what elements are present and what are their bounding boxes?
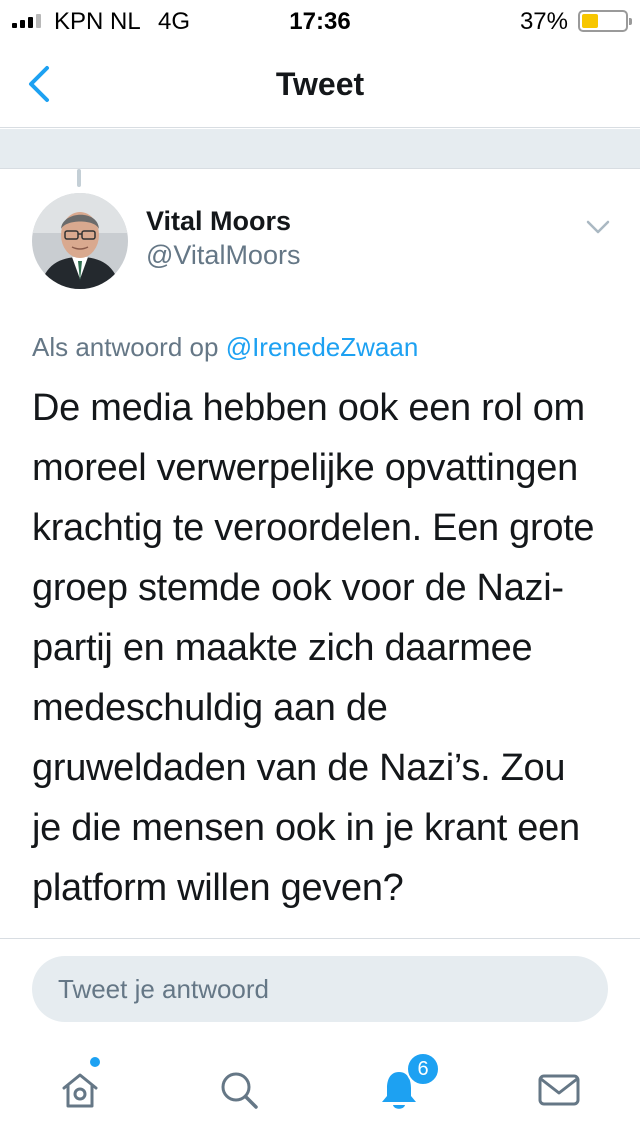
battery-icon bbox=[578, 10, 632, 32]
notifications-badge: 6 bbox=[406, 1052, 440, 1086]
tweet-text-line: medeschuldig aan de bbox=[32, 687, 388, 729]
navigation-bar: Tweet bbox=[0, 40, 640, 128]
tweet-text-line: gruweldaden van de Nazi’s. Zou bbox=[32, 747, 566, 789]
thread-connector-line bbox=[77, 169, 81, 187]
tweet-text-line: groep stemde ook voor de Nazi- bbox=[32, 567, 564, 609]
conversation-gap bbox=[0, 129, 640, 169]
tab-search[interactable] bbox=[209, 1060, 269, 1120]
reply-input[interactable]: Tweet je antwoord bbox=[32, 956, 608, 1022]
tweet-text-line: krachtig te veroordelen. Een grote bbox=[32, 507, 595, 549]
avatar[interactable] bbox=[32, 193, 128, 289]
tweet-text-line: De media hebben ook een rol om bbox=[32, 387, 585, 429]
battery-level-fill bbox=[582, 14, 598, 28]
tweet-text: De media hebben ook een rol om moreel ve… bbox=[32, 378, 622, 918]
reply-input-placeholder: Tweet je antwoord bbox=[58, 974, 270, 1004]
battery-percentage: 37% bbox=[519, 8, 568, 35]
search-icon bbox=[221, 1072, 258, 1109]
tab-bar: 6 bbox=[0, 1040, 640, 1136]
page-title: Tweet bbox=[275, 66, 365, 102]
mention-link[interactable]: @IrenedeZwaan bbox=[226, 332, 419, 362]
status-bar: KPN NL 4G 17:36 37% bbox=[0, 0, 640, 40]
tweet-text-line: je die mensen ook in je krant een bbox=[32, 807, 580, 849]
author-name[interactable]: Vital Moors bbox=[146, 206, 291, 237]
tab-home[interactable] bbox=[50, 1060, 110, 1120]
replying-to-line: Als antwoord op @IrenedeZwaan bbox=[32, 332, 418, 363]
replying-to-label: Als antwoord op bbox=[32, 332, 219, 362]
tweet-text-line: platform willen geven? bbox=[32, 867, 404, 909]
tweet-text-line: moreel verwerpelijke opvattingen bbox=[32, 447, 578, 489]
avatar-photo bbox=[32, 193, 128, 289]
tab-messages[interactable] bbox=[529, 1060, 589, 1120]
mail-icon bbox=[538, 1074, 580, 1106]
author-handle[interactable]: @VitalMoors bbox=[146, 240, 300, 271]
home-icon bbox=[62, 1073, 98, 1108]
home-new-content-dot bbox=[90, 1057, 100, 1067]
chevron-down-icon bbox=[586, 220, 610, 234]
tweet-options-button[interactable] bbox=[582, 214, 614, 240]
tweet-text-line: partij en maakte zich daarmee bbox=[32, 627, 533, 669]
divider bbox=[0, 938, 640, 939]
